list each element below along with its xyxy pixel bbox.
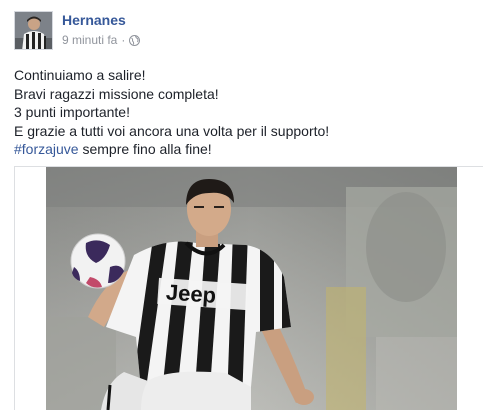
post-meta: 9 minuti fa · xyxy=(62,33,141,47)
author-name[interactable]: Hernanes xyxy=(62,12,126,28)
message-line-with-hashtag: #forzajuve sempre fino alla fine! xyxy=(14,140,474,159)
globe-icon[interactable] xyxy=(129,34,141,46)
message-line: E grazie a tutti voi ancora una volta pe… xyxy=(14,122,330,139)
facebook-post: Hernanes 9 minuti fa · Continuiamo a sal… xyxy=(0,0,483,410)
message-line-rest: sempre fino alla fine! xyxy=(78,141,212,157)
jersey-sponsor: Jeep xyxy=(165,279,217,307)
post-message: Continuiamo a salire! Bravi ragazzi miss… xyxy=(14,66,474,159)
message-line: Continuiamo a salire! xyxy=(14,67,146,83)
post-photo[interactable]: Jeep xyxy=(46,167,457,410)
avatar-image xyxy=(15,12,52,49)
meta-separator: · xyxy=(121,33,126,47)
author-avatar[interactable] xyxy=(14,11,53,50)
message-line: 3 punti importante! xyxy=(14,104,130,120)
message-line: Bravi ragazzi missione completa! xyxy=(14,85,219,102)
post-timestamp[interactable]: 9 minuti fa xyxy=(62,33,117,47)
hashtag-link[interactable]: #forzajuve xyxy=(14,141,79,157)
photo-image: Jeep xyxy=(46,167,457,410)
